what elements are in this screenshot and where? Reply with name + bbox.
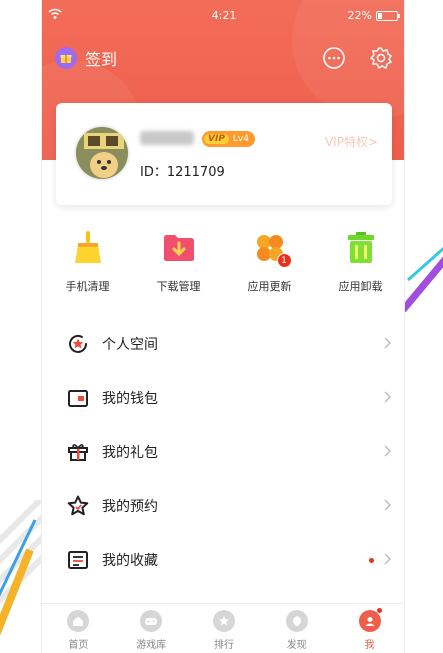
tab-label: 发现 (286, 640, 307, 651)
tool-label: 应用更新 (247, 280, 292, 293)
gift-box-icon (68, 444, 88, 461)
menu-item-reservations[interactable]: 我的预约 (42, 479, 404, 533)
profile-icon (358, 610, 381, 632)
tab-home[interactable]: 首页 (42, 604, 115, 653)
notification-dot (376, 608, 382, 613)
tab-label: 首页 (68, 640, 89, 651)
battery-level (378, 13, 382, 19)
page: 4:21 22% 签到 VIP Lv4 ID：1211709 VIP特权> 手机… (0, 0, 443, 653)
home-icon (67, 610, 90, 632)
menu-list: 个人空间 我的钱包 我的礼包 我的预约 我的收藏 (42, 317, 404, 587)
bottom-tab-bar: 首页 游戏库 排行 发现 我 (42, 603, 404, 653)
menu-label: 我的礼包 (102, 445, 158, 461)
tool-shortcuts: 手机清理 下载管理 1 应用更新 应用卸载 (42, 230, 404, 300)
star-badge-icon (69, 334, 87, 353)
chevron-right-icon (384, 553, 391, 565)
chevron-right-icon (384, 499, 391, 511)
nickname-blurred (140, 131, 194, 145)
battery-icon (376, 11, 400, 21)
menu-label: 我的收藏 (102, 553, 158, 569)
battery-percent: 22% (347, 9, 372, 22)
tool-download-manager[interactable]: 下载管理 (133, 230, 224, 300)
level-label: Lv4 (232, 134, 249, 144)
trophy-icon (212, 610, 235, 632)
tab-me[interactable]: 我 (333, 604, 404, 653)
new-item-dot (369, 558, 374, 563)
gear-icon[interactable] (369, 46, 393, 70)
status-bar: 4:21 22% (42, 8, 404, 24)
menu-label: 我的预约 (102, 499, 158, 515)
signin-button[interactable]: 签到 (55, 46, 117, 70)
menu-label: 个人空间 (102, 337, 158, 353)
gift-icon (55, 47, 77, 69)
update-count-badge: 1 (276, 253, 292, 268)
user-id: ID：1211709 (140, 165, 225, 180)
gamepad-icon (140, 610, 163, 632)
menu-label: 我的钱包 (102, 391, 158, 407)
menu-item-favorites[interactable]: 我的收藏 (42, 533, 404, 587)
chevron-right-icon (384, 445, 391, 457)
broom-icon (70, 230, 106, 266)
tab-game-library[interactable]: 游戏库 (115, 604, 188, 653)
menu-item-gift-pack[interactable]: 我的礼包 (42, 425, 404, 479)
vip-label: VIP (204, 134, 229, 144)
tool-label: 应用卸载 (338, 280, 383, 293)
profile-card[interactable]: VIP Lv4 ID：1211709 VIP特权> (56, 103, 392, 205)
tool-app-update[interactable]: 1 应用更新 (224, 230, 315, 300)
tab-label: 我 (364, 640, 375, 651)
signin-label: 签到 (85, 50, 118, 69)
tool-label: 手机清理 (65, 280, 110, 293)
tab-label: 游戏库 (136, 640, 167, 651)
vip-level-badge: VIP Lv4 (202, 131, 255, 147)
download-folder-icon (161, 230, 197, 266)
chevron-right-icon (384, 337, 391, 349)
list-box-icon (68, 551, 88, 569)
wallet-icon (68, 390, 88, 407)
menu-item-wallet[interactable]: 我的钱包 (42, 371, 404, 425)
tool-phone-clean[interactable]: 手机清理 (42, 230, 133, 300)
tab-ranking[interactable]: 排行 (188, 604, 261, 653)
decorative-stripes-right (403, 246, 443, 313)
phone-screen: 4:21 22% 签到 VIP Lv4 ID：1211709 VIP特权> 手机… (41, 0, 405, 653)
vip-privilege-link[interactable]: VIP特权> (325, 133, 378, 150)
tool-app-uninstall[interactable]: 应用卸载 (315, 230, 404, 300)
chevron-right-icon (384, 391, 391, 403)
clover-icon: 1 (252, 230, 292, 268)
compass-icon (285, 610, 308, 632)
tab-discover[interactable]: 发现 (260, 604, 333, 653)
star-outline-icon (67, 495, 89, 516)
tool-label: 下载管理 (156, 280, 201, 293)
tab-label: 排行 (213, 640, 234, 651)
chat-bubble-icon[interactable] (322, 46, 346, 70)
trash-icon (343, 230, 379, 266)
avatar[interactable] (74, 125, 130, 181)
menu-item-personal-space[interactable]: 个人空间 (42, 317, 404, 371)
